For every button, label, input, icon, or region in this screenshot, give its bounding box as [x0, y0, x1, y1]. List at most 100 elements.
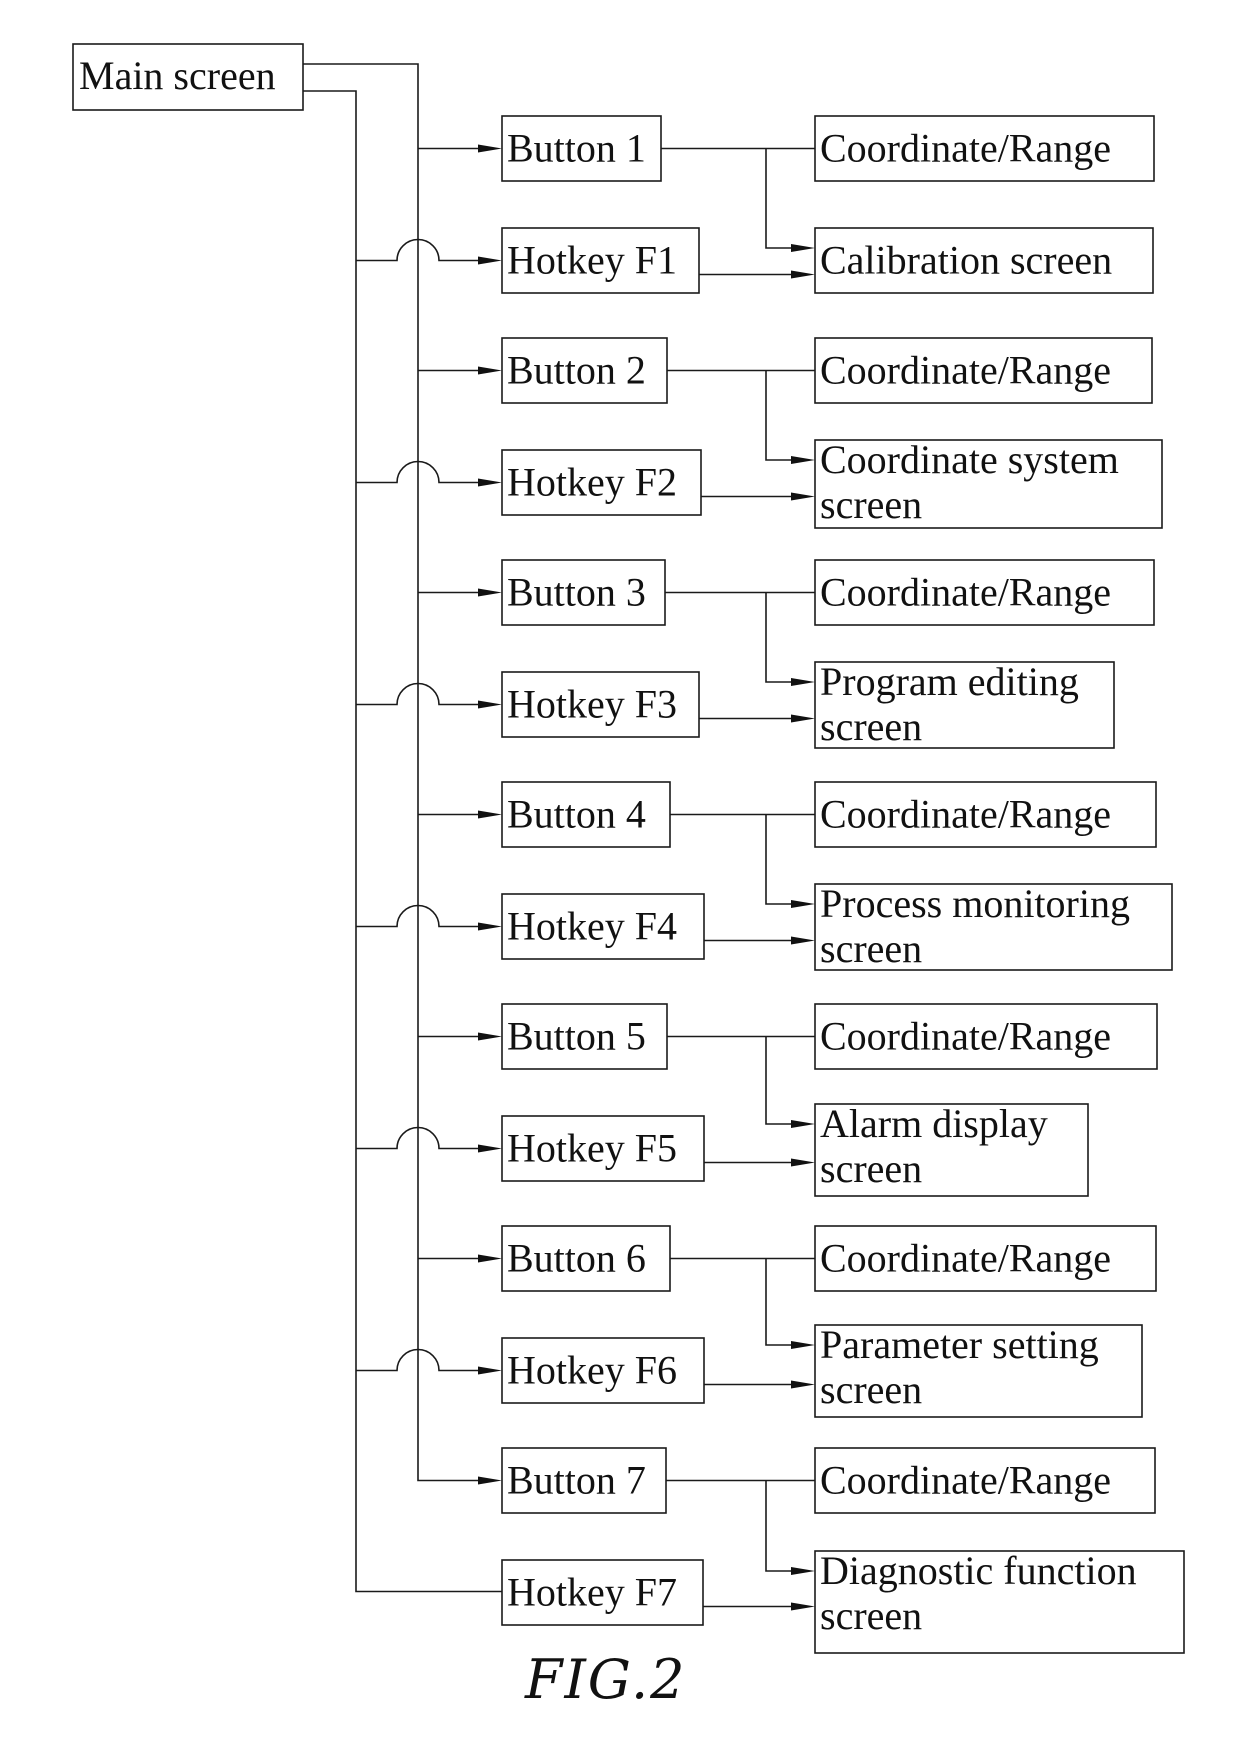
hotkey-f3-label: Hotkey F3: [507, 682, 677, 727]
button-2: Button 2: [501, 337, 668, 404]
button-7-to-screen-line: [765, 1480, 791, 1572]
button-3-to-screen-arrow: [791, 678, 815, 686]
hotkey-f6-to-screen-arrow: [791, 1380, 815, 1389]
button-3: Button 3: [501, 559, 666, 626]
button-2-arrow: [478, 366, 502, 375]
hotkey-f1-feed-line: [356, 238, 478, 262]
hotkey-f7: Hotkey F7: [501, 1559, 704, 1626]
screen-4-label-2: screen: [820, 926, 922, 971]
button-spine: [303, 63, 478, 1482]
hotkey-f7-to-screen-arrow: [791, 1602, 815, 1611]
screen-5: Alarm displayscreen: [814, 1101, 1089, 1197]
button-1: Button 1: [501, 115, 662, 182]
button-7-label: Button 7: [507, 1458, 646, 1503]
hotkey-f3-feed-line: [356, 682, 478, 706]
screen-3-label-1: Program editing: [820, 659, 1079, 704]
hotkey-f4-feed-line: [356, 904, 478, 928]
screen-7: Diagnostic functionscreen: [814, 1548, 1185, 1654]
screen-2: Coordinate systemscreen: [814, 437, 1163, 529]
hotkey-f5-feed-line: [356, 1126, 478, 1150]
nodes: Main screen Button 1 Hotkey F1 Coordinate/…: [72, 43, 1185, 1654]
screen-4-label-1: Process monitoring: [820, 881, 1130, 926]
coordinate-range-1: Coordinate/Range: [814, 115, 1155, 182]
button-3-label: Button 3: [507, 570, 646, 615]
button-1-label: Button 1: [507, 126, 646, 171]
button-6-to-screen-line: [765, 1258, 791, 1346]
coordinate-range-3-label: Coordinate/Range: [820, 570, 1111, 615]
button-1-to-screen-arrow: [791, 244, 815, 252]
coordinate-range-1-label: Coordinate/Range: [820, 126, 1111, 171]
hotkey-f1: Hotkey F1: [501, 227, 700, 294]
node-main-screen: Main screen: [72, 43, 304, 111]
screen-6-label-2: screen: [820, 1367, 922, 1412]
coordinate-range-6: Coordinate/Range: [814, 1225, 1157, 1292]
coordinate-range-4: Coordinate/Range: [814, 781, 1157, 848]
hotkey-spine: [303, 90, 502, 1593]
coordinate-range-7: Coordinate/Range: [814, 1447, 1156, 1514]
button-5-arrow: [478, 1032, 502, 1041]
button-4-label: Button 4: [507, 792, 646, 837]
button-4-to-screen-line: [765, 814, 791, 905]
button-4-to-screen-arrow: [791, 900, 815, 908]
coordinate-range-2: Coordinate/Range: [814, 337, 1153, 404]
button-6-label: Button 6: [507, 1236, 646, 1281]
hotkey-f5: Hotkey F5: [501, 1115, 705, 1182]
coordinate-range-5-label: Coordinate/Range: [820, 1014, 1111, 1059]
button-6-to-screen-arrow: [791, 1341, 815, 1349]
button-2-to-screen-arrow: [791, 456, 815, 464]
hotkey-f3: Hotkey F3: [501, 671, 700, 738]
hotkey-f7-label: Hotkey F7: [507, 1570, 677, 1615]
hotkey-f1-label: Hotkey F1: [507, 238, 677, 283]
screen-7-label-1: Diagnostic function: [820, 1548, 1137, 1593]
button-1-arrow: [478, 144, 502, 153]
hotkey-f4: Hotkey F4: [501, 893, 705, 960]
screen-2-label-1: Coordinate system: [820, 437, 1119, 482]
button-6: Button 6: [501, 1225, 671, 1292]
screen-7-label-2: screen: [820, 1593, 922, 1638]
button-5-label: Button 5: [507, 1014, 646, 1059]
screen-2-label-2: screen: [820, 482, 922, 527]
button-7-to-screen-arrow: [791, 1567, 815, 1575]
hotkey-f5-arrow: [478, 1144, 502, 1153]
hotkey-f1-arrow: [478, 256, 502, 265]
hotkey-f6-label: Hotkey F6: [507, 1348, 677, 1393]
button-3-to-screen-line: [765, 592, 791, 683]
hotkey-f6-feed-line: [356, 1348, 478, 1372]
hotkey-f2-to-screen-arrow: [791, 492, 815, 501]
main-screen-label: Main screen: [79, 53, 276, 98]
button-4: Button 4: [501, 781, 671, 848]
hotkey-f3-to-screen-arrow: [791, 714, 815, 723]
hotkey-f2-label: Hotkey F2: [507, 460, 677, 505]
hotkey-f6-arrow: [478, 1366, 502, 1375]
hotkey-f5-to-screen-arrow: [791, 1158, 815, 1167]
button-7-arrow: [478, 1476, 502, 1485]
screen-6-label-1: Parameter setting: [820, 1322, 1099, 1367]
button-5: Button 5: [501, 1003, 668, 1070]
button-2-to-screen-line: [765, 370, 791, 461]
hotkey-f6: Hotkey F6: [501, 1337, 705, 1404]
button-5-to-screen-arrow: [791, 1120, 815, 1128]
screen-5-label-2: screen: [820, 1146, 922, 1191]
button-5-to-screen-line: [765, 1036, 791, 1125]
coordinate-range-5: Coordinate/Range: [814, 1003, 1158, 1070]
hotkey-f2: Hotkey F2: [501, 449, 702, 516]
hotkey-f4-to-screen-arrow: [791, 936, 815, 945]
button-2-label: Button 2: [507, 348, 646, 393]
screen-1: Calibration screen: [814, 227, 1154, 294]
hotkey-f3-arrow: [478, 700, 502, 709]
coordinate-range-3: Coordinate/Range: [814, 559, 1155, 626]
hotkey-f4-arrow: [478, 922, 502, 931]
flowchart-canvas: Main screen Button 1 Hotkey F1 Coordinate/…: [72, 43, 1185, 1711]
figure-caption: FIG.2: [524, 1648, 687, 1711]
coordinate-range-4-label: Coordinate/Range: [820, 792, 1111, 837]
hotkey-f4-label: Hotkey F4: [507, 904, 677, 949]
screen-3-label-2: screen: [820, 704, 922, 749]
button-4-arrow: [478, 810, 502, 819]
button-7: Button 7: [501, 1447, 667, 1514]
coordinate-range-6-label: Coordinate/Range: [820, 1236, 1111, 1281]
screen-1-label: Calibration screen: [820, 238, 1112, 283]
hotkey-f2-arrow: [478, 478, 502, 487]
hotkey-f1-to-screen-arrow: [791, 270, 815, 279]
screen-4: Process monitoringscreen: [814, 881, 1173, 971]
screen-6: Parameter settingscreen: [814, 1322, 1143, 1418]
